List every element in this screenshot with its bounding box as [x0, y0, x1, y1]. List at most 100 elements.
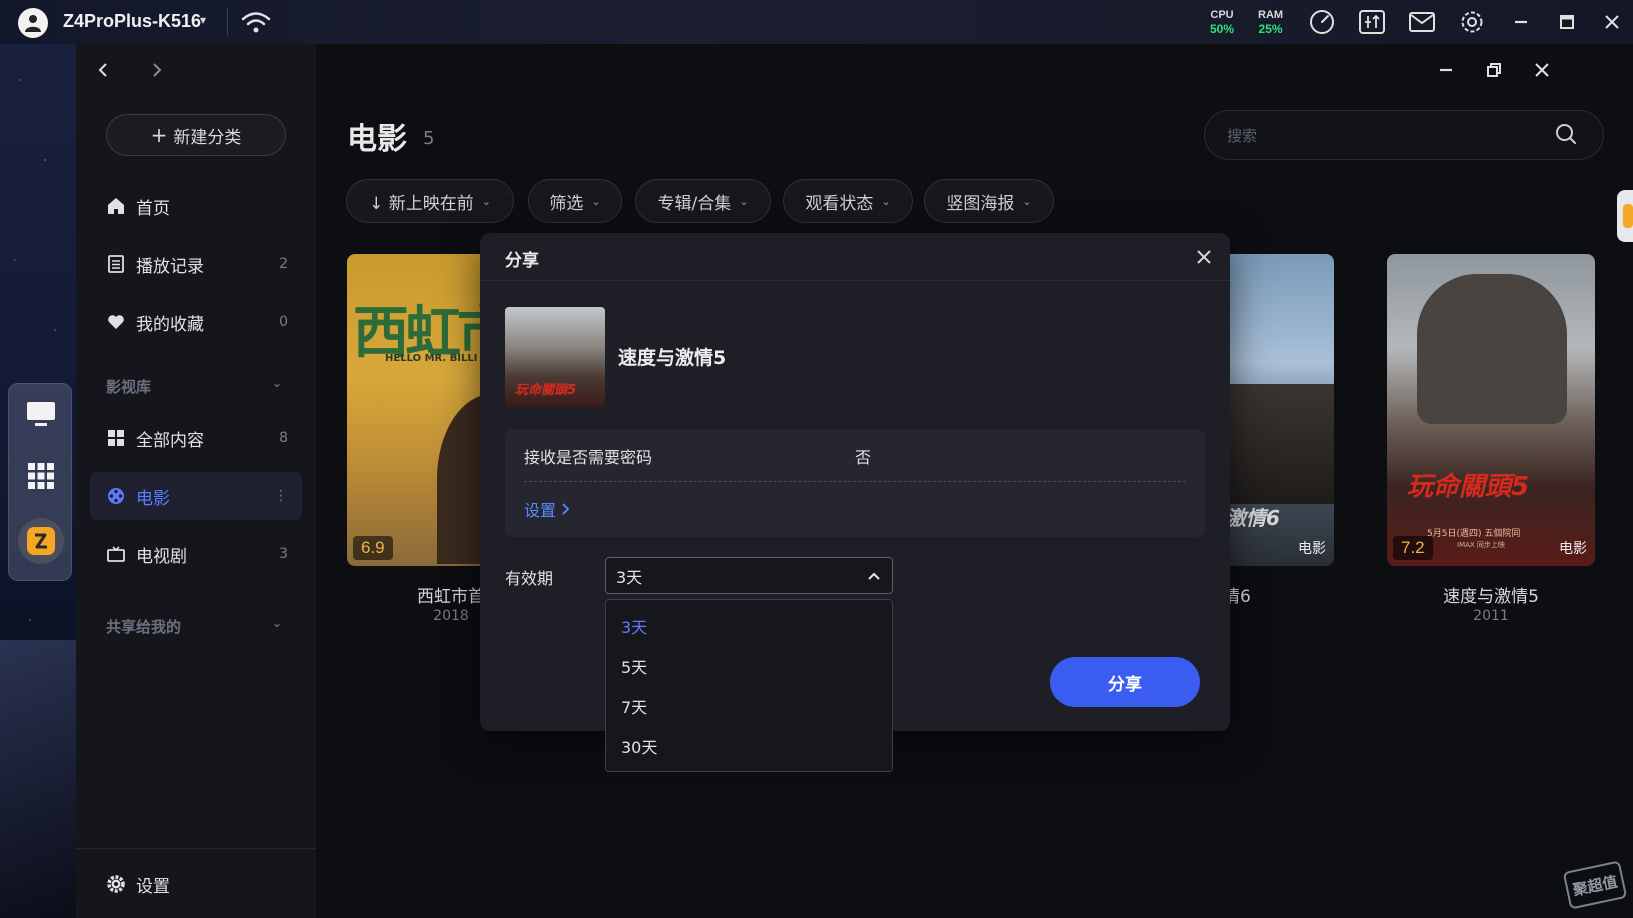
sidebar-item-favorites[interactable]: 我的收藏 0: [90, 298, 302, 346]
sidebar-item-settings[interactable]: 设置: [90, 860, 302, 908]
validity-option[interactable]: 7天: [606, 686, 892, 726]
window-restore-icon[interactable]: [1480, 56, 1508, 84]
dialog-title: 分享: [505, 251, 539, 271]
filter-dropdown[interactable]: 筛选 ⌄: [528, 179, 622, 223]
film-reel-icon: [106, 486, 126, 506]
chevron-down-icon[interactable]: ▾: [200, 13, 206, 27]
back-arrow-icon[interactable]: [91, 58, 115, 82]
gear-icon: [106, 874, 126, 894]
collection-label: 专辑/合集: [657, 193, 732, 214]
sort-label: ↓ 新上映在前: [369, 193, 474, 214]
movie-title[interactable]: 速度与激情5: [1387, 582, 1595, 607]
cpu-stat[interactable]: CPU 50%: [1210, 9, 1234, 36]
monitor-icon[interactable]: [21, 394, 61, 434]
validity-option[interactable]: 30天: [606, 726, 892, 766]
sidebar-item-home[interactable]: 首页: [90, 182, 302, 230]
search-icon[interactable]: [1555, 123, 1577, 149]
app-grid-icon[interactable]: [21, 456, 61, 496]
desktop-dune: [0, 640, 80, 918]
movie-year: 2011: [1473, 608, 1509, 624]
new-category-button[interactable]: + 新建分类: [106, 114, 286, 156]
poster-style-label: 竖图海报: [946, 193, 1015, 214]
media-app-icon[interactable]: [18, 518, 64, 564]
movie-poster[interactable]: 玩命關頭5 5月5日(週四) 五個院同 IMAX 同步上映 7.2 电影: [1387, 254, 1595, 566]
sidebar-item-label: 电视剧: [136, 546, 187, 567]
chevron-down-icon[interactable]: ⌄: [272, 616, 282, 630]
maximize-icon[interactable]: [1553, 8, 1581, 36]
settings-link-label: 设置: [524, 501, 557, 520]
window-close-icon[interactable]: [1528, 56, 1556, 84]
shared-movie-name: 速度与激情5: [618, 347, 727, 369]
plus-icon: +: [150, 123, 168, 147]
sort-dropdown[interactable]: ↓ 新上映在前 ⌄: [346, 179, 514, 223]
sidebar-item-label: 设置: [136, 876, 170, 897]
cpu-value: 50%: [1210, 22, 1235, 36]
filter-label: 筛选: [549, 193, 584, 214]
side-panel-tab[interactable]: [1617, 190, 1633, 242]
chevron-right-icon: [562, 500, 570, 519]
home-icon: [106, 196, 126, 216]
poster-date-text: 5月5日(週四) 五個院同: [1427, 529, 1521, 539]
forward-arrow-icon[interactable]: [145, 58, 169, 82]
wifi-icon[interactable]: [241, 10, 271, 38]
user-avatar[interactable]: [18, 8, 48, 38]
shared-group-header[interactable]: 共享给我的 ⌄: [106, 616, 282, 637]
password-required-label: 接收是否需要密码: [524, 448, 653, 467]
thumbnail-title-art: 玩命關頭5: [515, 383, 577, 398]
chevron-down-icon[interactable]: ⌄: [272, 376, 282, 390]
validity-label: 有效期: [505, 569, 554, 588]
share-button[interactable]: 分享: [1050, 657, 1200, 707]
password-required-value: 否: [855, 448, 872, 467]
poster-imax-text: IMAX 同步上映: [1457, 541, 1505, 549]
mail-icon[interactable]: [1408, 8, 1436, 36]
dialog-header: 分享: [480, 233, 1230, 281]
ram-value: 25%: [1258, 22, 1283, 36]
validity-select[interactable]: 3天: [605, 557, 893, 594]
password-settings-link[interactable]: 设置: [524, 497, 570, 521]
page-title: 电影: [347, 122, 407, 157]
sidebar-item-label: 电影: [136, 488, 170, 509]
list-icon: [106, 254, 126, 274]
sidebar-item-label: 首页: [136, 198, 170, 219]
validity-option[interactable]: 5天: [606, 646, 892, 686]
sidebar-item-all-content[interactable]: 全部内容 8: [90, 414, 302, 462]
shared-group-label: 共享给我的: [106, 618, 182, 636]
poster-figures: [1417, 274, 1567, 424]
library-group-label: 影视库: [106, 378, 152, 396]
more-options-icon[interactable]: ⋮: [274, 488, 288, 504]
sidebar-item-movies[interactable]: 电影 ⋮: [90, 472, 302, 520]
search-input[interactable]: 搜索: [1204, 110, 1604, 160]
speedometer-icon[interactable]: [1308, 8, 1336, 36]
dashed-divider: [524, 481, 1186, 482]
sidebar-item-label: 全部内容: [136, 430, 204, 451]
close-icon[interactable]: [1192, 245, 1216, 269]
password-settings-panel: 接收是否需要密码 否 设置: [505, 429, 1205, 537]
ram-stat[interactable]: RAM 25%: [1258, 9, 1283, 36]
settings-icon[interactable]: [1458, 8, 1486, 36]
validity-dropdown-menu: 3天 5天 7天 30天: [605, 599, 893, 772]
system-top-bar: Z4ProPlus-K516 ▾ CPU 50% RAM 25%: [0, 0, 1633, 44]
heart-icon: [106, 312, 126, 332]
sidebar-item-label: 播放记录: [136, 256, 204, 277]
poster-style-dropdown[interactable]: 竖图海报 ⌄: [924, 179, 1054, 223]
cpu-label: CPU: [1210, 9, 1234, 21]
validity-option[interactable]: 3天: [606, 606, 892, 646]
sidebar-item-history[interactable]: 播放记录 2: [90, 240, 302, 288]
device-name[interactable]: Z4ProPlus-K516: [63, 11, 201, 32]
close-icon[interactable]: [1598, 8, 1626, 36]
chevron-down-icon: ⌄: [739, 194, 749, 208]
sidebar-item-count: 8: [279, 430, 288, 446]
grid-icon: [106, 428, 126, 448]
sidebar-item-tv-series[interactable]: 电视剧 3: [90, 530, 302, 578]
chevron-down-icon: ⌄: [881, 194, 891, 208]
window-minimize-icon[interactable]: [1432, 56, 1460, 84]
library-group-header[interactable]: 影视库 ⌄: [106, 376, 282, 397]
sidebar-item-count: 2: [279, 256, 288, 272]
watch-status-dropdown[interactable]: 观看状态 ⌄: [783, 179, 913, 223]
chevron-down-icon: ⌄: [1022, 194, 1032, 208]
minimize-icon[interactable]: [1507, 8, 1535, 36]
sidebar-item-count: 0: [279, 314, 288, 330]
collection-dropdown[interactable]: 专辑/合集 ⌄: [635, 179, 771, 223]
sidebar-item-label: 我的收藏: [136, 314, 204, 335]
resource-monitor-icon[interactable]: [1358, 8, 1386, 36]
